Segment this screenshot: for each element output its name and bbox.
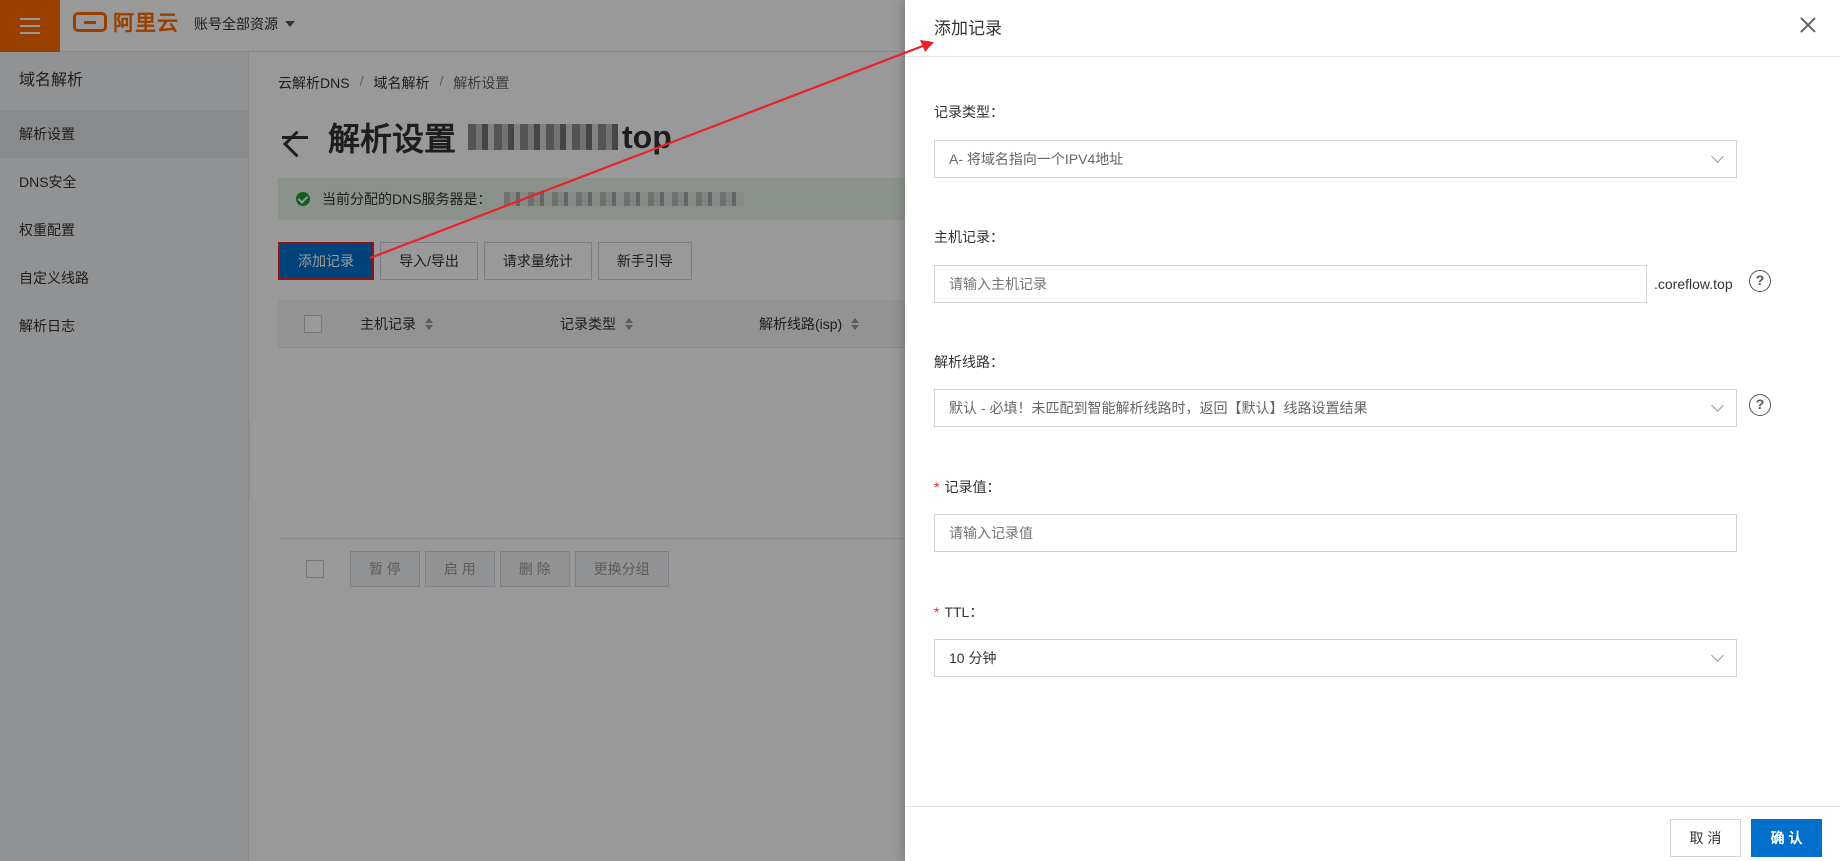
resolve-line-value: 默认 - 必填！未匹配到智能解析线路时，返回【默认】线路设置结果 (949, 400, 1368, 416)
line-help-icon[interactable]: ? (1749, 394, 1771, 416)
chevron-down-icon (1711, 150, 1724, 163)
required-mark: * (934, 479, 940, 495)
add-record-drawer: 添加记录 记录类型： A- 将域名指向一个IPV4地址 主机记录： .coref… (905, 0, 1840, 861)
record-type-label: 记录类型： (934, 104, 1004, 120)
host-domain-suffix: .coreflow.top (1654, 276, 1733, 292)
modal-overlay[interactable] (0, 0, 905, 861)
record-type-select[interactable]: A- 将域名指向一个IPV4地址 (934, 140, 1737, 178)
chevron-down-icon (1711, 649, 1724, 662)
host-help-icon[interactable]: ? (1749, 270, 1771, 292)
chevron-down-icon (1711, 399, 1724, 412)
confirm-button[interactable]: 确 认 (1751, 819, 1822, 857)
drawer-header: 添加记录 (905, 0, 1840, 57)
ttl-value: 10 分钟 (949, 650, 997, 666)
host-record-label: 主机记录： (934, 229, 1004, 245)
ttl-select[interactable]: 10 分钟 (934, 639, 1737, 677)
cancel-button[interactable]: 取 消 (1670, 819, 1741, 857)
resolve-line-label: 解析线路： (934, 354, 1004, 370)
record-value-label-text: 记录值： (944, 479, 1001, 495)
ttl-label: * TTL： (934, 602, 983, 622)
host-record-input[interactable] (934, 265, 1647, 303)
required-mark: * (934, 604, 940, 620)
resolve-line-select[interactable]: 默认 - 必填！未匹配到智能解析线路时，返回【默认】线路设置结果 (934, 389, 1737, 427)
record-type-value: A- 将域名指向一个IPV4地址 (949, 151, 1124, 167)
drawer-footer: 取 消 确 认 (905, 806, 1840, 861)
record-value-label: * 记录值： (934, 477, 1000, 497)
record-value-input[interactable] (934, 514, 1737, 552)
ttl-label-text: TTL： (944, 604, 984, 620)
drawer-title: 添加记录 (934, 19, 1002, 38)
close-icon[interactable] (1800, 17, 1816, 33)
